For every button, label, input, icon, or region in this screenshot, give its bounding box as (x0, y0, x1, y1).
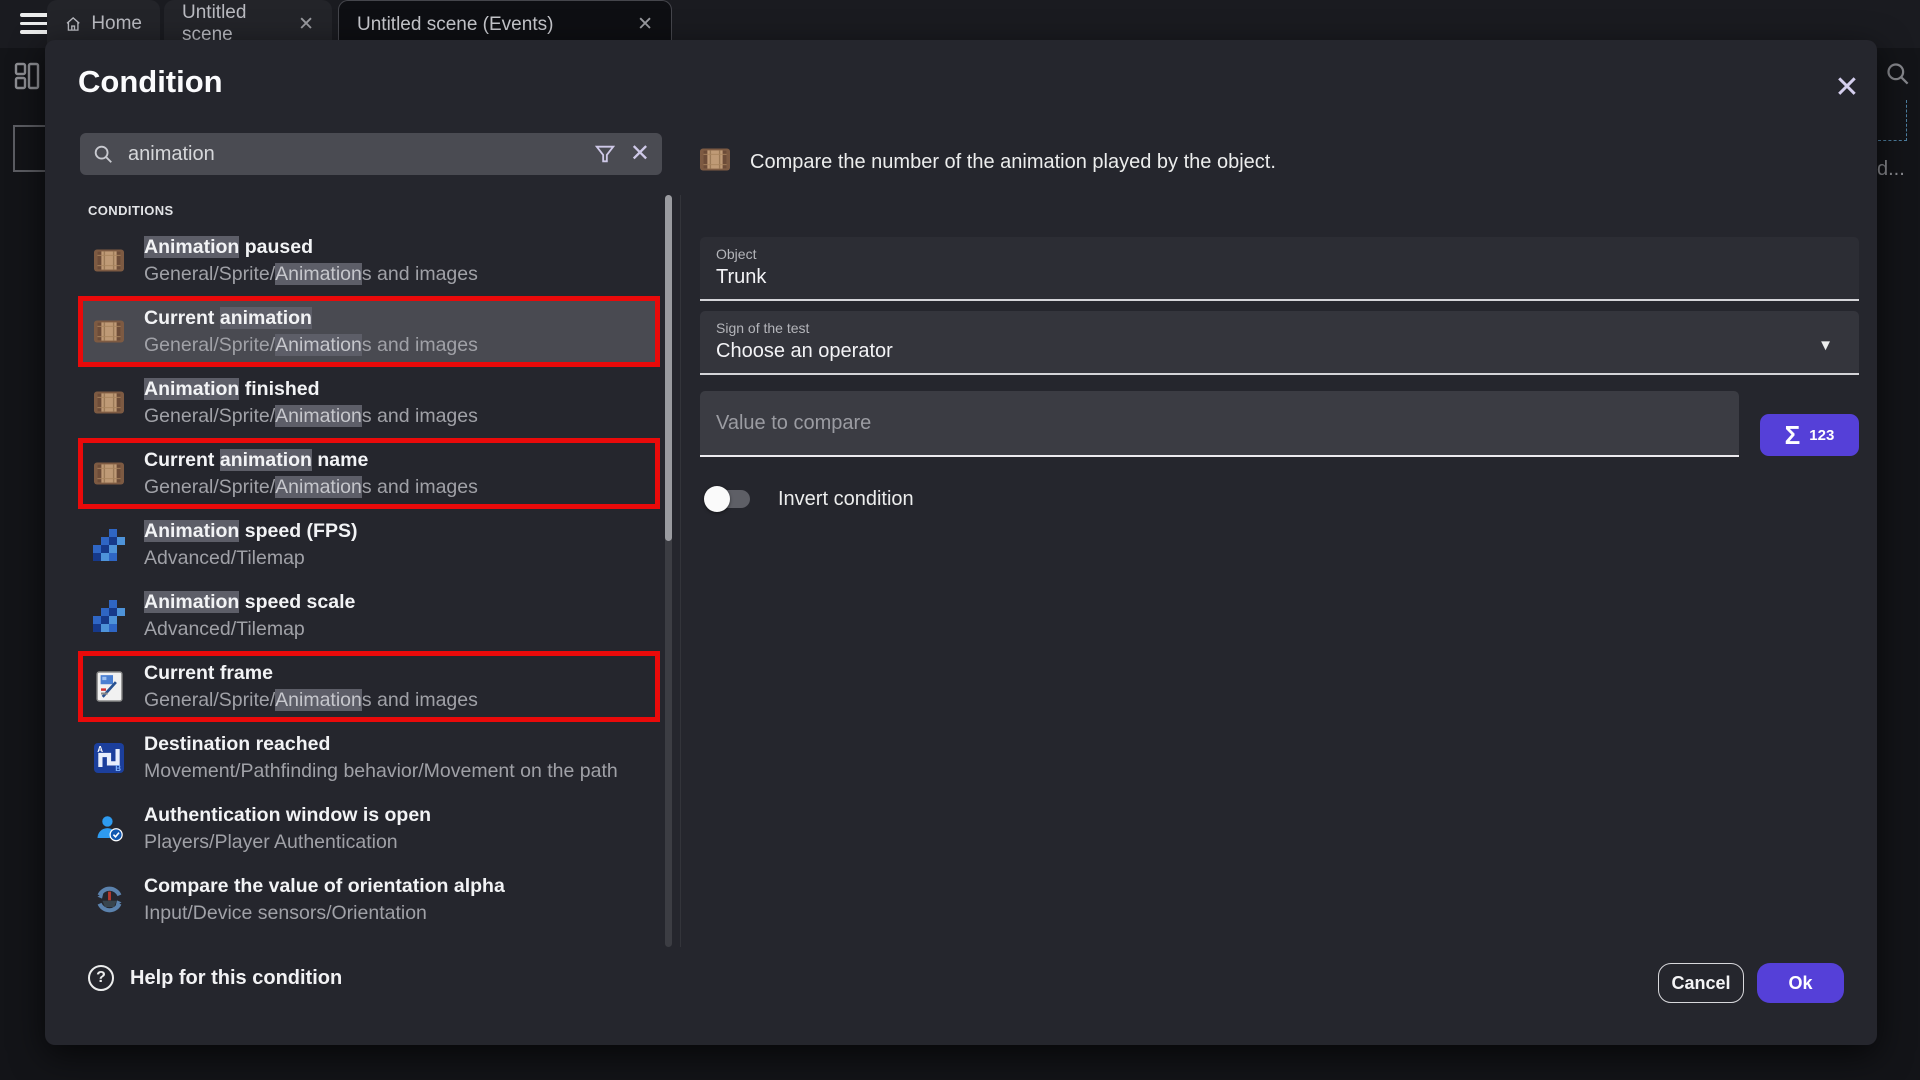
layout-panels-icon[interactable] (14, 62, 40, 90)
home-icon (65, 13, 81, 35)
condition-title: Authentication window is open (144, 802, 654, 829)
chevron-down-icon: ▼ (1818, 337, 1833, 354)
object-field[interactable]: Object Trunk (700, 237, 1859, 301)
truncated-object-label: d... (1877, 158, 1905, 181)
condition-path: Input/Device sensors/Orientation (144, 900, 654, 927)
player-auth-icon (92, 814, 126, 843)
list-section-header: CONDITIONS (78, 195, 660, 225)
search-input[interactable] (128, 143, 580, 166)
value-to-compare-field[interactable] (700, 391, 1739, 457)
tab-close-icon[interactable]: ✕ (298, 15, 314, 34)
filter-icon[interactable] (594, 143, 616, 165)
tab-close-icon[interactable]: ✕ (637, 15, 653, 34)
condition-path: General/Sprite/Animations and images (144, 261, 654, 288)
operator-select-value: Choose an operator (716, 340, 1843, 363)
condition-path: Advanced/Tilemap (144, 616, 654, 643)
list-item[interactable]: Authentication window is openPlayers/Pla… (78, 793, 660, 864)
tilemap-icon (92, 600, 126, 632)
invert-condition-label: Invert condition (778, 488, 914, 511)
toggle-knob (704, 486, 730, 512)
selection-marquee (1878, 100, 1907, 141)
dialog-title: Condition (78, 64, 223, 100)
condition-title: Current animation (144, 305, 654, 332)
svg-text:A: A (97, 745, 103, 754)
condition-path: Players/Player Authentication (144, 829, 654, 856)
tab-label: Untitled scene (Events) (357, 14, 553, 36)
orientation-icon (92, 885, 126, 914)
condition-description: Compare the number of the animation play… (750, 151, 1276, 174)
object-field-value: Trunk (716, 266, 1843, 289)
condition-title: Current animation name (144, 447, 654, 474)
condition-title: Destination reached (144, 731, 654, 758)
help-icon: ? (88, 965, 114, 991)
film-strip-icon (92, 391, 126, 414)
tab-label: Home (91, 13, 142, 35)
condition-path: General/Sprite/Animations and images (144, 332, 654, 359)
clear-icon[interactable]: ✕ (630, 142, 650, 166)
film-strip-icon (700, 148, 730, 176)
operator-select[interactable]: Sign of the test Choose an operator ▼ (700, 311, 1859, 375)
condition-path: Movement/Pathfinding behavior/Movement o… (144, 758, 654, 785)
help-link[interactable]: ? Help for this condition (88, 965, 342, 991)
condition-title: Animation speed (FPS) (144, 518, 654, 545)
condition-path: General/Sprite/Animations and images (144, 474, 654, 501)
object-field-label: Object (716, 246, 1843, 262)
film-strip-icon (92, 462, 126, 485)
frame-icon (92, 671, 126, 702)
conditions-list: CONDITIONS Animation pausedGeneral/Sprit… (78, 195, 660, 947)
list-item[interactable]: Compare the value of orientation alphaIn… (78, 864, 660, 935)
sigma-badge: 123 (1809, 427, 1834, 444)
svg-text:B: B (115, 764, 121, 773)
list-item[interactable]: Current animationGeneral/Sprite/Animatio… (78, 296, 660, 367)
search-icon (92, 143, 114, 165)
condition-path: Advanced/Tilemap (144, 545, 654, 572)
list-item[interactable]: Animation speed (FPS)Advanced/Tilemap (78, 509, 660, 580)
invert-condition-row: Invert condition (706, 486, 914, 512)
list-item[interactable]: Current frameGeneral/Sprite/Animations a… (78, 651, 660, 722)
condition-title: Animation paused (144, 234, 654, 261)
pathfinding-icon: AB (92, 743, 126, 773)
list-item[interactable]: Animation speed scaleAdvanced/Tilemap (78, 580, 660, 651)
condition-search-box[interactable]: ✕ (80, 133, 662, 175)
scrollbar-thumb[interactable] (665, 195, 672, 541)
search-icon[interactable] (1884, 60, 1911, 87)
film-strip-icon (92, 320, 126, 343)
list-item[interactable]: Animation finishedGeneral/Sprite/Animati… (78, 367, 660, 438)
list-item[interactable]: Current animation nameGeneral/Sprite/Ani… (78, 438, 660, 509)
close-icon[interactable]: ✕ (1827, 68, 1867, 108)
film-strip-icon (92, 249, 126, 272)
panel-divider (680, 195, 681, 947)
ok-button[interactable]: Ok (1757, 963, 1844, 1003)
condition-title: Animation speed scale (144, 589, 654, 616)
list-item[interactable]: Animation pausedGeneral/Sprite/Animation… (78, 225, 660, 296)
tilemap-icon (92, 529, 126, 561)
list-item[interactable]: ABDestination reachedMovement/Pathfindin… (78, 722, 660, 793)
help-label: Help for this condition (130, 967, 342, 990)
gdevelop-editor: Home Untitled scene ✕ Untitled scene (Ev… (0, 0, 1920, 1080)
list-scrollbar[interactable] (665, 195, 672, 947)
invert-condition-toggle[interactable] (706, 486, 752, 512)
sigma-icon: Σ (1785, 422, 1801, 448)
condition-dialog: Condition ✕ ✕ CONDITIONS Animation pause… (45, 40, 1877, 1045)
condition-title: Animation finished (144, 376, 654, 403)
cancel-button[interactable]: Cancel (1658, 963, 1744, 1003)
condition-title: Current frame (144, 660, 654, 687)
condition-path: General/Sprite/Animations and images (144, 687, 654, 714)
expression-builder-button[interactable]: Σ 123 (1760, 414, 1859, 456)
operator-select-label: Sign of the test (716, 320, 1843, 336)
condition-description-row: Compare the number of the animation play… (700, 148, 1276, 176)
condition-path: General/Sprite/Animations and images (144, 403, 654, 430)
value-to-compare-input[interactable] (716, 412, 1723, 435)
condition-title: Compare the value of orientation alpha (144, 873, 654, 900)
